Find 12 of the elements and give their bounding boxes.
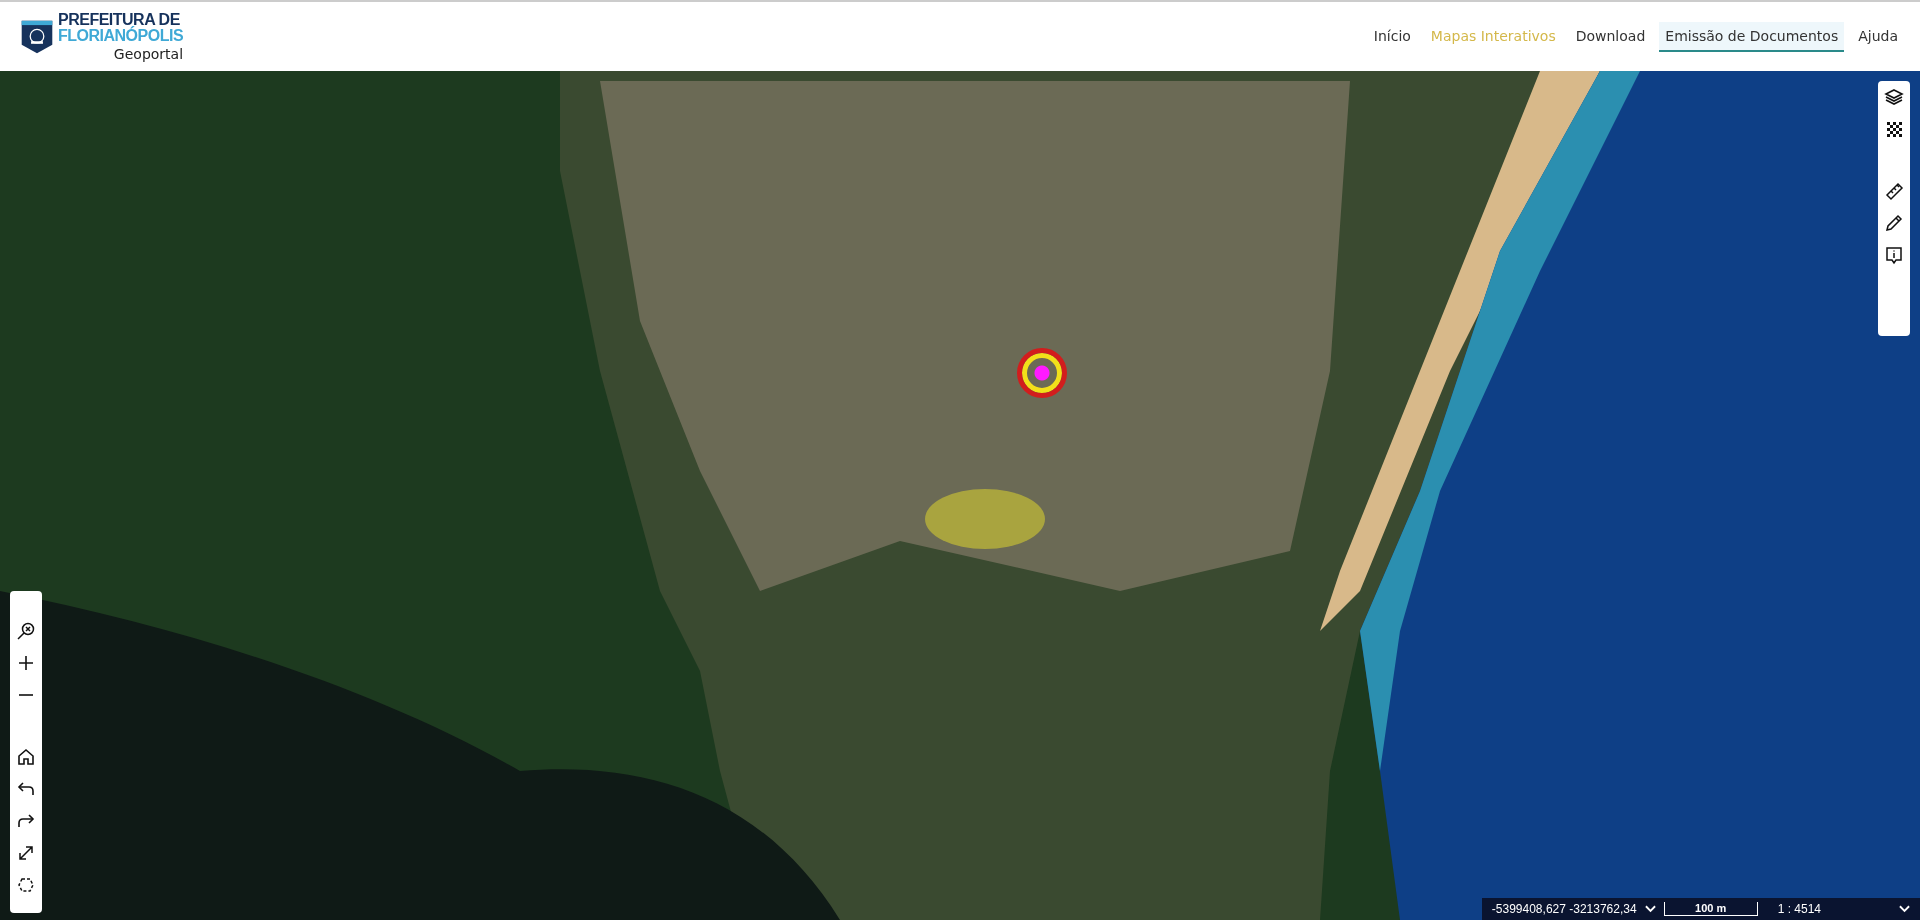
coordinates-text: -5399408,627 -3213762,34 bbox=[1491, 902, 1637, 916]
scale-ratio: 1 : 4514 bbox=[1777, 902, 1821, 916]
logo-city: FLORIANÓPOLIS bbox=[58, 27, 184, 44]
logo-subtitle: Geoportal bbox=[113, 45, 184, 62]
nav-link[interactable]: Início bbox=[1367, 21, 1417, 52]
chevron-down-icon[interactable] bbox=[1899, 905, 1910, 913]
scale-bar: 100 m bbox=[1663, 902, 1758, 916]
chevron-down-icon[interactable] bbox=[1644, 905, 1656, 913]
nav-link[interactable]: Download bbox=[1569, 21, 1652, 52]
location-marker-icon bbox=[1017, 348, 1067, 398]
nav-link[interactable]: Emissão de Documentos bbox=[1659, 21, 1845, 52]
nav-link[interactable]: Ajuda bbox=[1852, 21, 1904, 52]
